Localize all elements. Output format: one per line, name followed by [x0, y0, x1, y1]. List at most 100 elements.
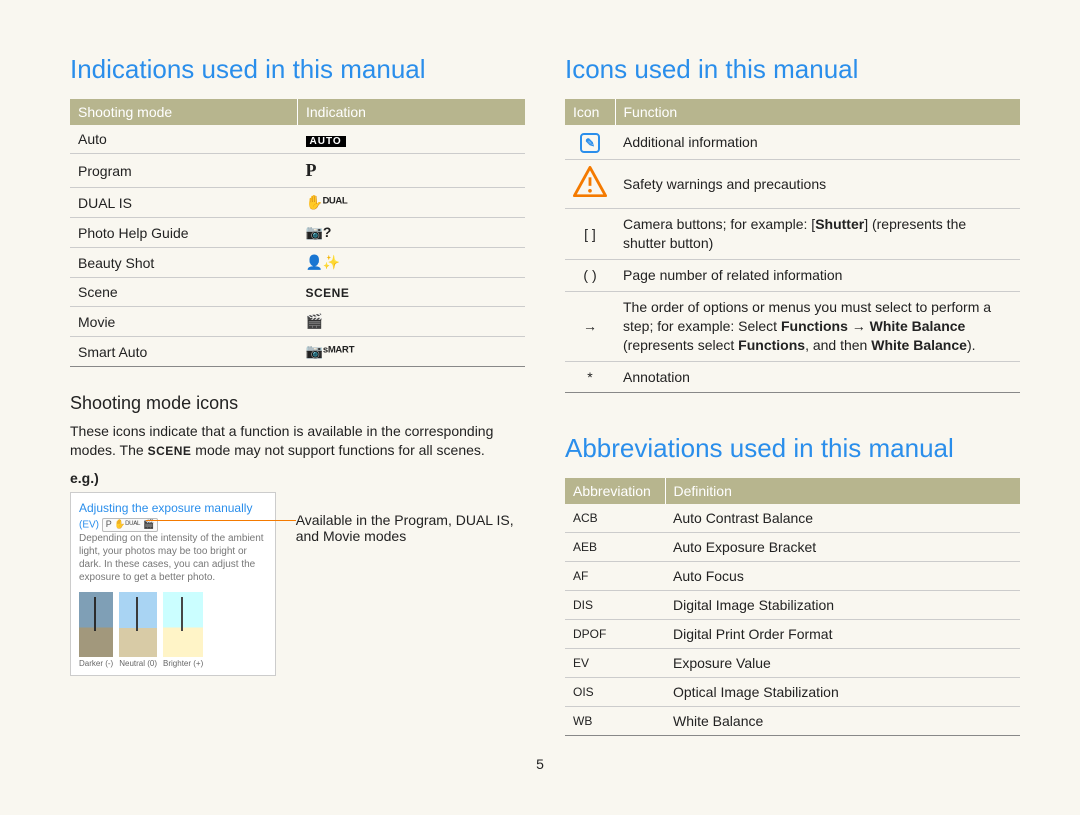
- icon-cell: [ ]: [565, 209, 615, 260]
- manual-page: Indications used in this manual Shooting…: [0, 0, 1080, 736]
- thumb-darker: Darker (-): [79, 592, 113, 669]
- function-cell: Additional information: [615, 125, 1020, 160]
- program-icon: P: [306, 160, 317, 180]
- table-row: DUAL IS ✋ᴰᵁᴬᴸ: [70, 188, 525, 218]
- table-row: *Annotation: [565, 361, 1020, 393]
- mode-cell: Smart Auto: [70, 337, 298, 367]
- table-row: Safety warnings and precautions: [565, 160, 1020, 209]
- indication-cell: 👤✨: [298, 248, 526, 278]
- function-cell: Annotation: [615, 361, 1020, 393]
- table-row: ( )Page number of related information: [565, 259, 1020, 291]
- def-cell: Auto Focus: [665, 562, 1020, 591]
- table-row: AFAuto Focus: [565, 562, 1020, 591]
- def-cell: Digital Image Stabilization: [665, 591, 1020, 620]
- table-row: Program P: [70, 154, 525, 188]
- table-row: DPOFDigital Print Order Format: [565, 620, 1020, 649]
- abbr-cell: OIS: [565, 678, 665, 707]
- icon-cell: →: [565, 291, 615, 361]
- icons-th-icon: Icon: [565, 99, 615, 125]
- abbr-table: Abbreviation Definition ACBAuto Contrast…: [565, 478, 1020, 736]
- table-row: Movie🎬: [70, 307, 525, 337]
- icons-th-function: Function: [615, 99, 1020, 125]
- def-cell: Auto Contrast Balance: [665, 504, 1020, 533]
- photo-help-guide-icon: 📷?: [306, 224, 332, 240]
- left-column: Indications used in this manual Shooting…: [70, 54, 525, 736]
- example-row: Adjusting the exposure manually (EV) P ✋…: [70, 492, 525, 677]
- def-cell: White Balance: [665, 707, 1020, 736]
- mode-cell: Beauty Shot: [70, 248, 298, 278]
- dual-is-icon: ✋ᴰᵁᴬᴸ: [306, 194, 348, 210]
- desc-scene: SCENE: [148, 444, 192, 458]
- mode-cell: Program: [70, 154, 298, 188]
- table-row: [ ]Camera buttons; for example: [Shutter…: [565, 209, 1020, 260]
- smart-auto-icon: 📷ˢᴹᴬᴿᵀ: [306, 343, 355, 359]
- icon-cell: ✎: [565, 125, 615, 160]
- shooting-mode-icons-heading: Shooting mode icons: [70, 393, 525, 414]
- abbr-th-def: Definition: [665, 478, 1020, 504]
- function-cell: The order of options or menus you must s…: [615, 291, 1020, 361]
- function-cell: Safety warnings and precautions: [615, 160, 1020, 209]
- note-icon: ✎: [580, 133, 600, 153]
- mode-cell: Scene: [70, 278, 298, 307]
- example-body: Depending on the intensity of the ambien…: [79, 532, 267, 584]
- abbr-cell: WB: [565, 707, 665, 736]
- table-row: SceneSCENE: [70, 278, 525, 307]
- indication-cell: P: [298, 154, 526, 188]
- abbr-heading: Abbreviations used in this manual: [565, 433, 1020, 464]
- table-row: Smart Auto 📷ˢᴹᴬᴿᵀ: [70, 337, 525, 367]
- beauty-shot-icon: 👤✨: [306, 254, 341, 270]
- def-cell: Auto Exposure Bracket: [665, 533, 1020, 562]
- function-cell: Page number of related information: [615, 259, 1020, 291]
- icons-table: Icon Function ✎ Additional informationSaf…: [565, 99, 1020, 393]
- def-cell: Digital Print Order Format: [665, 620, 1020, 649]
- movie-icon: 🎬: [306, 313, 323, 329]
- table-row: OISOptical Image Stabilization: [565, 678, 1020, 707]
- indication-cell: 📷ˢᴹᴬᴿᵀ: [298, 337, 526, 367]
- icon-cell: ( ): [565, 259, 615, 291]
- table-row: DISDigital Image Stabilization: [565, 591, 1020, 620]
- abbr-cell: AEB: [565, 533, 665, 562]
- indications-heading: Indications used in this manual: [70, 54, 525, 85]
- icons-heading: Icons used in this manual: [565, 54, 1020, 85]
- indications-th-indication: Indication: [298, 99, 526, 125]
- indications-table: Shooting mode Indication AutoAUTOProgram…: [70, 99, 525, 367]
- indications-th-mode: Shooting mode: [70, 99, 298, 125]
- abbr-cell: DPOF: [565, 620, 665, 649]
- thumb-neutral: Neutral (0): [119, 592, 157, 669]
- indication-cell: SCENE: [298, 278, 526, 307]
- abbr-cell: AF: [565, 562, 665, 591]
- abbr-th-abbr: Abbreviation: [565, 478, 665, 504]
- mode-cell: Photo Help Guide: [70, 218, 298, 248]
- abbr-cell: EV: [565, 649, 665, 678]
- example-title: Adjusting the exposure manually: [79, 501, 267, 517]
- indication-cell: ✋ᴰᵁᴬᴸ: [298, 188, 526, 218]
- table-row: AEBAuto Exposure Bracket: [565, 533, 1020, 562]
- page-number: 5: [0, 756, 1080, 772]
- abbr-cell: ACB: [565, 504, 665, 533]
- shooting-mode-icons-desc: These icons indicate that a function is …: [70, 422, 525, 460]
- example-ev-label: (EV): [79, 520, 99, 531]
- table-row: ACBAuto Contrast Balance: [565, 504, 1020, 533]
- auto-badge-icon: AUTO: [306, 136, 346, 147]
- indication-cell: 📷?: [298, 218, 526, 248]
- example-thumbs: Darker (-) Neutral (0) Brighter (+): [79, 592, 267, 669]
- mode-cell: DUAL IS: [70, 188, 298, 218]
- table-row: ✎ Additional information: [565, 125, 1020, 160]
- table-row: →The order of options or menus you must …: [565, 291, 1020, 361]
- def-cell: Optical Image Stabilization: [665, 678, 1020, 707]
- icon-cell: [565, 160, 615, 209]
- abbr-cell: DIS: [565, 591, 665, 620]
- right-column: Icons used in this manual Icon Function …: [565, 54, 1020, 736]
- table-row: AutoAUTO: [70, 125, 525, 154]
- table-row: Beauty Shot 👤✨: [70, 248, 525, 278]
- eg-label: e.g.): [70, 470, 525, 486]
- indication-cell: 🎬: [298, 307, 526, 337]
- thumb-brighter: Brighter (+): [163, 592, 203, 669]
- example-callout: Available in the Program, DUAL IS, and M…: [296, 492, 525, 677]
- icon-cell: *: [565, 361, 615, 393]
- table-row: Photo Help Guide 📷?: [70, 218, 525, 248]
- indication-cell: AUTO: [298, 125, 526, 154]
- table-row: EVExposure Value: [565, 649, 1020, 678]
- warning-icon: [573, 181, 607, 201]
- def-cell: Exposure Value: [665, 649, 1020, 678]
